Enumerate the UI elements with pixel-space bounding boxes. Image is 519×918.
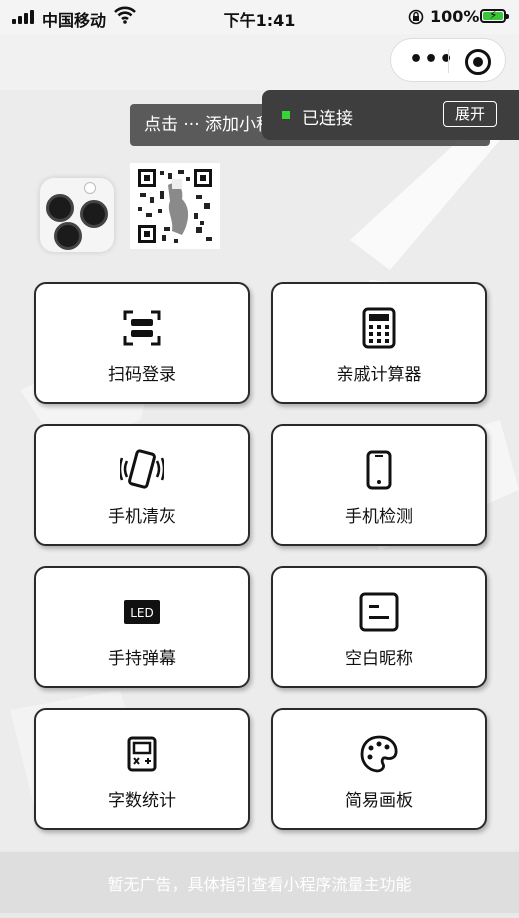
- tool-label: 手持弹幕: [108, 649, 176, 669]
- calculator-icon: [362, 307, 396, 349]
- tool-grid: 扫码登录 亲戚计算器 手机清灰 手机检测 LED 手持弹幕 空白昵称 字数统计 …: [0, 0, 519, 913]
- led-icon: LED: [124, 600, 160, 624]
- tool-card-relative-calculator[interactable]: 亲戚计算器: [271, 282, 487, 404]
- ad-footer: 暂无广告，具体指引查看小程序流量主功能: [0, 852, 519, 913]
- tool-label: 字数统计: [108, 791, 176, 811]
- phone-vibrate-icon: [120, 449, 164, 489]
- tool-label: 空白昵称: [345, 649, 413, 669]
- blank-note-icon: [359, 592, 399, 632]
- tool-card-phone-dust-clean[interactable]: 手机清灰: [34, 424, 250, 546]
- tool-label: 手机检测: [345, 507, 413, 527]
- tool-card-blank-nickname[interactable]: 空白昵称: [271, 566, 487, 688]
- tool-label: 简易画板: [345, 791, 413, 811]
- svg-text:LED: LED: [130, 606, 154, 620]
- tool-card-word-count[interactable]: 字数统计: [34, 708, 250, 830]
- scan-icon: [123, 310, 161, 346]
- tool-card-handheld-barrage[interactable]: LED 手持弹幕: [34, 566, 250, 688]
- footer-text: 暂无广告，具体指引查看小程序流量主功能: [107, 875, 412, 894]
- tool-label: 亲戚计算器: [336, 365, 422, 385]
- counter-icon: [127, 736, 157, 772]
- tool-card-simple-drawing-board[interactable]: 简易画板: [271, 708, 487, 830]
- tool-label: 扫码登录: [108, 365, 176, 385]
- palette-icon: [360, 735, 398, 773]
- tool-card-phone-check[interactable]: 手机检测: [271, 424, 487, 546]
- tool-label: 手机清灰: [108, 507, 176, 527]
- phone-icon: [366, 450, 392, 490]
- tool-card-scan-login[interactable]: 扫码登录: [34, 282, 250, 404]
